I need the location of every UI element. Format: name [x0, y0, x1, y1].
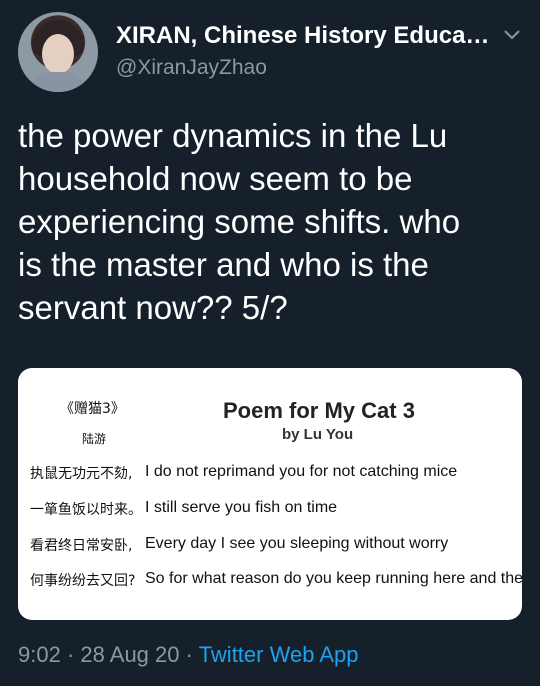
poem-author-en: by Lu You: [282, 426, 354, 443]
meta-separator: ·: [66, 642, 75, 667]
tweet-meta: 9:02 · 28 Aug 20 · Twitter Web App: [18, 642, 358, 668]
poem-author-cn: 陆游: [82, 432, 107, 446]
poem-line-en: So for what reason do you keep running h…: [145, 570, 522, 587]
poem-line-cn: 何事纷纷去又回?: [30, 573, 136, 589]
author-name[interactable]: XIRAN, Chinese History Educati…: [116, 22, 496, 50]
avatar-face: [42, 34, 74, 74]
avatar[interactable]: [18, 12, 98, 92]
tweet-source-link[interactable]: Twitter Web App: [199, 642, 359, 667]
poem-line-en: Every day I see you sleeping without wor…: [145, 535, 449, 552]
poem-line-en: I still serve you fish on time: [145, 499, 338, 516]
poem-line-en: I do not reprimand you for not catching …: [145, 463, 458, 480]
meta-separator: ·: [185, 642, 193, 667]
tweet-header: XIRAN, Chinese History Educati… @XiranJa…: [18, 12, 528, 92]
avatar-shirt: [24, 72, 92, 92]
poem-title-cn: 《赠猫3》: [60, 401, 125, 417]
poem-line-cn: 看君终日常安卧,: [30, 538, 133, 554]
author-handle[interactable]: @XiranJayZhao: [116, 56, 267, 80]
tweet-date[interactable]: 28 Aug 20: [80, 642, 179, 667]
tweet-text: the power dynamics in the Lu household n…: [18, 117, 461, 326]
tweet-time[interactable]: 9:02: [18, 642, 61, 667]
tweet-image[interactable]: 《赠猫3》 陆游 Poem for My Cat 3 by Lu You 执鼠无…: [18, 368, 522, 620]
chevron-down-icon[interactable]: [500, 22, 524, 46]
poem-line-cn: 执鼠无功元不劾,: [30, 466, 133, 482]
poem-line-cn: 一箪鱼饭以时来。: [30, 502, 142, 518]
poem-title-en: Poem for My Cat 3: [223, 398, 415, 423]
